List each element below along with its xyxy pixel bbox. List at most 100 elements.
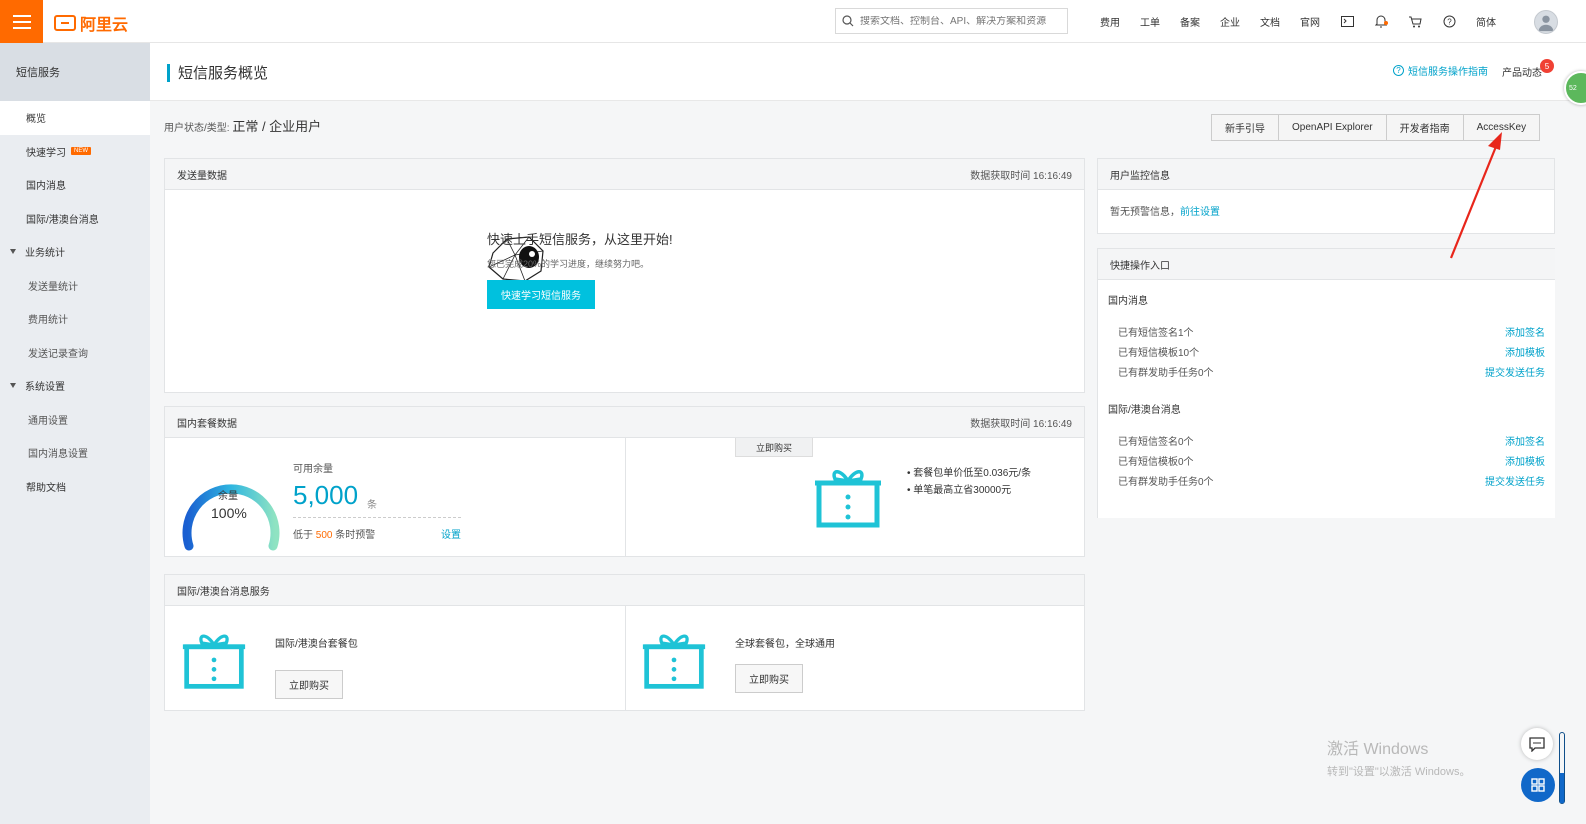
sidebar-item-label: 帮助文档: [26, 482, 66, 494]
nav-docs[interactable]: 文档: [1250, 14, 1290, 29]
sidebar-item-overview[interactable]: 概览: [0, 101, 150, 135]
bell-icon[interactable]: [1364, 15, 1398, 28]
terminal-icon[interactable]: [1330, 16, 1364, 27]
sidebar-item-help-docs[interactable]: 帮助文档: [0, 470, 150, 504]
sidebar-item-general-settings[interactable]: 通用设置: [0, 403, 150, 437]
nav-filing[interactable]: 备案: [1170, 14, 1210, 29]
sidebar-item-fee-stats[interactable]: 费用统计: [0, 302, 150, 336]
scroll-indicator[interactable]: [1559, 732, 1565, 804]
welcome-block: 快速上手短信服务，从这里开始! 您已完成20%的学习进度，继续努力吧。 快速学习…: [487, 229, 787, 309]
list-item: 已有短信签名0个 添加签名: [1108, 430, 1545, 450]
panel-header: 国内套餐数据 数据获取时间 16:16:49: [165, 407, 1084, 438]
openapi-explorer-button[interactable]: OpenAPI Explorer: [1278, 114, 1387, 141]
intl-section-title: 国际/港澳台消息: [1108, 405, 1181, 416]
guide-link-text: 短信服务操作指南: [1408, 67, 1488, 78]
chat-button[interactable]: [1521, 728, 1553, 760]
user-status: 用户状态/类型: 正常 / 企业用户: [164, 116, 321, 135]
available-value: 5,000: [293, 480, 359, 510]
developer-guide-button[interactable]: 开发者指南: [1385, 114, 1464, 141]
nav-language[interactable]: 简体: [1466, 14, 1506, 29]
sidebar-item-send-records[interactable]: 发送记录查询: [0, 336, 150, 370]
sidebar-item-domestic[interactable]: 国内消息: [0, 168, 150, 202]
sidebar-item-quick-learn[interactable]: 快速学习 NEW: [0, 135, 150, 169]
warn-prefix: 低于: [293, 530, 313, 541]
sidebar-item-label: 费用统计: [28, 315, 68, 327]
sidebar-item-label: 发送记录查询: [28, 348, 88, 360]
nav-website[interactable]: 官网: [1290, 14, 1330, 29]
sidebar-item-domestic-settings[interactable]: 国内消息设置: [0, 436, 150, 470]
sidebar-item-send-stats[interactable]: 发送量统计: [0, 269, 150, 303]
sidebar-item-label: 概览: [26, 114, 46, 126]
list-item: 已有短信签名1个 添加签名: [1108, 321, 1545, 341]
nav-tickets[interactable]: 工单: [1130, 14, 1170, 29]
aliyun-logo[interactable]: 阿里云: [54, 11, 128, 35]
add-signature-link[interactable]: 添加签名: [1505, 324, 1545, 339]
logo-text: 阿里云: [80, 17, 129, 34]
caret-down-icon: [10, 249, 16, 255]
cart-icon[interactable]: [1398, 16, 1432, 28]
gift-icon: [182, 634, 246, 689]
panel-header: 发送量数据 数据获取时间 16:16:49: [165, 159, 1084, 190]
panel-header: 快捷操作入口: [1098, 249, 1555, 280]
page-title: 短信服务概览: [167, 62, 268, 83]
submit-task-link[interactable]: 提交发送任务: [1485, 364, 1545, 379]
beginner-guide-button[interactable]: 新手引导: [1211, 114, 1279, 141]
page-header: 短信服务概览 ? 短信服务操作指南 产品动态 5 52: [150, 43, 1586, 105]
accesskey-button[interactable]: AccessKey: [1462, 114, 1541, 141]
grid-icon: [1531, 778, 1545, 792]
intl-buy-button[interactable]: 立即购买: [275, 670, 343, 699]
add-signature-link[interactable]: 添加签名: [1505, 433, 1545, 448]
search-input[interactable]: [860, 15, 1060, 27]
watermark-line-2: 转到"设置"以激活 Windows。: [1327, 766, 1471, 778]
global-buy-button[interactable]: 立即购买: [735, 664, 803, 693]
go-settings-link[interactable]: 前往设置: [1180, 207, 1220, 218]
floating-badge-text: 52: [1569, 84, 1577, 92]
apps-button[interactable]: [1521, 768, 1555, 802]
top-bar: 阿里云 费用 工单 备案 企业 文档 官网 ? 简体: [0, 0, 1586, 43]
buy-now-tab[interactable]: 立即购买: [735, 438, 813, 457]
nav-enterprise[interactable]: 企业: [1210, 14, 1250, 29]
data-time: 数据获取时间 16:16:49: [970, 170, 1072, 182]
nav-fees[interactable]: 费用: [1090, 14, 1130, 29]
avatar[interactable]: [1534, 10, 1558, 34]
domestic-section-title: 国内消息: [1108, 296, 1148, 307]
sidebar-group-settings[interactable]: 系统设置: [0, 369, 150, 403]
sidebar-item-label: 国内消息设置: [28, 449, 88, 461]
guide-link[interactable]: ? 短信服务操作指南: [1393, 63, 1488, 78]
available-label: 可用余量: [293, 464, 333, 475]
news-count-badge: 5: [1540, 59, 1554, 73]
svg-text:?: ?: [1447, 18, 1452, 27]
add-template-link[interactable]: 添加模板: [1505, 453, 1545, 468]
panel-header: 用户监控信息: [1098, 159, 1554, 190]
monitor-panel: 用户监控信息 暂无预警信息，前往设置: [1097, 158, 1555, 234]
list-item-label: 已有短信模板0个: [1118, 456, 1194, 468]
divider: [625, 438, 626, 556]
sidebar-item-label: 国际/港澳台消息: [26, 214, 99, 226]
submit-task-link[interactable]: 提交发送任务: [1485, 473, 1545, 488]
warn-value: 500: [315, 530, 333, 541]
help-icon[interactable]: ?: [1432, 15, 1466, 28]
panel-title: 用户监控信息: [1110, 170, 1170, 182]
warn-suffix: 条时预警: [335, 530, 376, 541]
panel-title: 国际/港澳台消息服务: [177, 586, 270, 598]
search-box[interactable]: [835, 8, 1068, 34]
sidebar-group-statistics[interactable]: 业务统计: [0, 235, 150, 269]
list-item: 已有群发助手任务0个 提交发送任务: [1108, 361, 1545, 381]
welcome-title: 快速上手短信服务，从这里开始!: [487, 232, 673, 247]
user-status-label: 用户状态/类型:: [164, 123, 230, 134]
list-item-label: 已有短信模板10个: [1118, 347, 1200, 359]
panel-title: 国内套餐数据: [177, 418, 237, 430]
international-panel: 国际/港澳台消息服务 国际/港澳台套餐包 立即购买 全球套餐包，全球通用 立即购…: [164, 574, 1085, 711]
divider: [293, 517, 461, 518]
floating-service-button[interactable]: 52: [1564, 71, 1586, 105]
add-template-link[interactable]: 添加模板: [1505, 344, 1545, 359]
quick-learn-button[interactable]: 快速学习短信服务: [487, 280, 595, 309]
menu-icon[interactable]: [0, 0, 43, 43]
gauge-percent: 100%: [211, 505, 247, 521]
sidebar-item-international[interactable]: 国际/港澳台消息: [0, 202, 150, 236]
logo-mark-icon: [54, 15, 76, 31]
product-news-link[interactable]: 产品动态: [1502, 64, 1542, 79]
panel-title: 发送量数据: [177, 170, 227, 182]
warning-setting-link[interactable]: 设置: [441, 526, 461, 541]
data-time: 数据获取时间 16:16:49: [970, 418, 1072, 430]
